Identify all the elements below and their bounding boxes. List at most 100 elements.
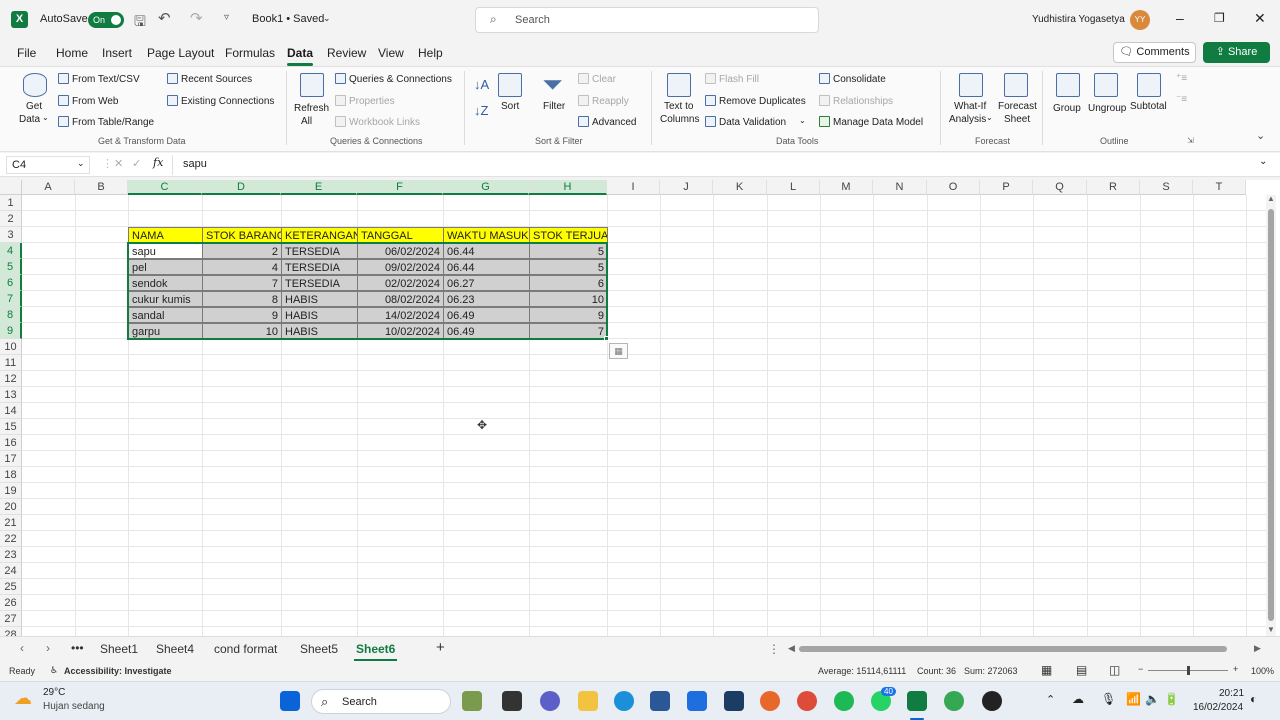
table-header-cell[interactable]: KETERANGAN — [281, 227, 358, 243]
table-cell[interactable]: HABIS — [281, 307, 358, 323]
column-header-b[interactable]: B — [75, 180, 128, 195]
accessibility-status[interactable]: Accessibility: Investigate — [64, 666, 172, 676]
table-cell[interactable]: TERSEDIA — [281, 259, 358, 275]
show-hidden-icons-icon[interactable]: ⌃ — [1046, 693, 1055, 706]
table-cell[interactable]: 08/02/2024 — [357, 291, 444, 307]
table-cell[interactable]: 02/02/2024 — [357, 275, 444, 291]
manage-data-model-button[interactable]: Manage Data Model — [819, 116, 923, 128]
vertical-scroll-thumb[interactable] — [1268, 209, 1274, 621]
table-cell[interactable]: 5 — [529, 259, 608, 275]
clock-date[interactable]: 16/02/2024 — [1193, 702, 1243, 713]
spotify-icon[interactable] — [834, 691, 854, 711]
worksheet-grid[interactable]: ABCDEFGHIJKLMNOPQRST 1 2 3 4 5 6 7 8 9 10 11 12 13 14… — [0, 180, 1280, 636]
microphone-icon[interactable]: 🎙 — [1101, 692, 1116, 706]
table-cell[interactable]: 10 — [529, 291, 608, 307]
scroll-up-icon[interactable]: ▲ — [1267, 194, 1275, 203]
battery-icon[interactable]: 🔋 — [1164, 692, 1179, 706]
column-header-m[interactable]: M — [820, 180, 873, 195]
row-header-26[interactable]: 26 — [0, 595, 22, 611]
row-header-19[interactable]: 19 — [0, 483, 22, 499]
subtotal-button[interactable]: Subtotal — [1130, 101, 1167, 112]
comments-button[interactable]: 🗨 Comments — [1113, 42, 1196, 63]
what-if-analysis-button[interactable]: What-If — [954, 101, 986, 112]
refresh-all-button[interactable]: Refresh — [294, 103, 329, 114]
menu-view[interactable]: View — [378, 46, 404, 60]
table-header-cell[interactable]: STOK TERJUAL — [529, 227, 608, 243]
flash-fill-button[interactable]: Flash Fill — [705, 73, 759, 85]
scroll-right-icon[interactable]: ▶ — [1254, 643, 1261, 654]
file-explorer-icon[interactable] — [578, 691, 598, 711]
vertical-scrollbar[interactable]: ▲ ▼ — [1266, 194, 1276, 636]
filter-button[interactable]: Filter — [543, 101, 565, 112]
table-cell[interactable]: 7 — [529, 323, 608, 339]
table-cell[interactable]: 06.27 — [443, 275, 530, 291]
accessibility-icon[interactable]: ♿ — [50, 665, 58, 676]
row-header-5[interactable]: 5 — [0, 259, 22, 275]
menu-data[interactable]: Data — [287, 46, 314, 66]
table-cell[interactable]: 06.49 — [443, 307, 530, 323]
tab-sheet6[interactable]: Sheet6 — [353, 642, 398, 661]
row-header-27[interactable]: 27 — [0, 611, 22, 627]
share-button[interactable]: ⇪ Share — [1203, 42, 1270, 63]
remove-duplicates-button[interactable]: Remove Duplicates — [705, 95, 806, 107]
column-header-q[interactable]: Q — [1033, 180, 1087, 195]
column-header-g[interactable]: G — [443, 180, 529, 195]
zoom-slider-thumb[interactable] — [1187, 666, 1190, 675]
onedrive-icon[interactable]: ☁ — [1072, 692, 1084, 706]
page-break-view-icon[interactable]: ◫ — [1109, 663, 1120, 677]
excel-taskbar-icon[interactable] — [907, 691, 927, 711]
zoom-level[interactable]: 100% — [1251, 666, 1274, 676]
undo-icon[interactable]: ↶ — [158, 9, 171, 27]
data-validation-button[interactable]: Data Validation — [705, 116, 786, 128]
row-header-22[interactable]: 22 — [0, 531, 22, 547]
page-layout-view-icon[interactable]: ▤ — [1076, 663, 1087, 677]
search-input[interactable]: ⌕ Search — [475, 7, 819, 33]
table-cell[interactable]: 09/02/2024 — [357, 259, 444, 275]
row-header-7[interactable]: 7 — [0, 291, 22, 307]
weather-description[interactable]: Hujan sedang — [43, 701, 105, 712]
name-box[interactable]: C4 ⌄ — [6, 156, 90, 174]
hide-detail-icon[interactable]: ⁻≡ — [1176, 94, 1187, 105]
row-header-4[interactable]: 4 — [0, 243, 22, 259]
menu-home[interactable]: Home — [56, 46, 88, 60]
sort-button[interactable]: Sort — [501, 101, 519, 112]
column-header-c[interactable]: C — [128, 180, 202, 195]
autosave-toggle[interactable]: On — [88, 12, 124, 28]
row-header-17[interactable]: 17 — [0, 451, 22, 467]
avatar[interactable]: YY — [1130, 10, 1150, 30]
show-detail-icon[interactable]: ⁺≡ — [1176, 73, 1187, 84]
table-cell[interactable]: garpu — [128, 323, 203, 339]
task-view-icon[interactable] — [502, 691, 522, 711]
table-cell[interactable]: cukur kumis — [128, 291, 203, 307]
table-cell[interactable]: HABIS — [281, 323, 358, 339]
chrome-icon[interactable] — [797, 691, 817, 711]
table-cell[interactable]: 06.44 — [443, 259, 530, 275]
edge-icon[interactable] — [614, 691, 634, 711]
column-header-f[interactable]: F — [357, 180, 443, 195]
cancel-icon[interactable]: ✕ — [114, 157, 123, 170]
row-header-1[interactable]: 1 — [0, 195, 22, 211]
status-average[interactable]: Average: 15114,61111 — [818, 666, 906, 676]
row-header-25[interactable]: 25 — [0, 579, 22, 595]
row-header-6[interactable]: 6 — [0, 275, 22, 291]
app-dark-icon[interactable] — [982, 691, 1002, 711]
collapse-ribbon-icon[interactable]: ⌄ — [1256, 129, 1265, 142]
weather-temperature[interactable]: 29°C — [43, 687, 65, 698]
save-icon[interactable]: 🖫 — [134, 11, 146, 35]
customize-toolbar-icon[interactable]: ▿ — [224, 12, 229, 23]
row-header-12[interactable]: 12 — [0, 371, 22, 387]
tab-scroll-right-icon[interactable]: › — [46, 641, 50, 655]
consolidate-button[interactable]: Consolidate — [819, 73, 886, 85]
document-title[interactable]: Book1 • Saved — [252, 13, 324, 25]
row-header-20[interactable]: 20 — [0, 499, 22, 515]
group-button[interactable]: Group — [1053, 103, 1081, 114]
table-cell[interactable]: 14/02/2024 — [357, 307, 444, 323]
table-cell[interactable]: HABIS — [281, 291, 358, 307]
from-table-range-button[interactable]: From Table/Range — [58, 116, 154, 128]
from-web-button[interactable]: From Web — [58, 95, 119, 107]
menu-help[interactable]: Help — [418, 46, 443, 60]
dropbox-icon[interactable] — [687, 691, 707, 711]
volume-icon[interactable]: 🔈 — [1145, 692, 1160, 706]
row-header-21[interactable]: 21 — [0, 515, 22, 531]
row-header-23[interactable]: 23 — [0, 547, 22, 563]
